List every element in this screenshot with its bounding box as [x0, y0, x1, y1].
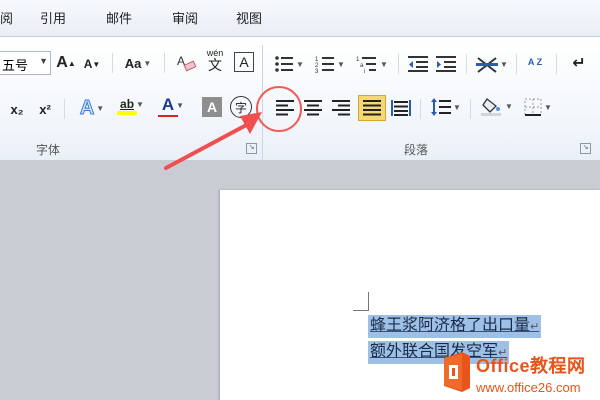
shrink-font-icon: A: [83, 57, 93, 71]
separator: [398, 54, 399, 74]
separator: [556, 54, 557, 74]
increase-indent-icon: [436, 56, 456, 72]
margin-corner-mark: [353, 310, 369, 311]
paragraph-mark-icon: ↵: [530, 321, 540, 333]
justify-button[interactable]: [358, 95, 386, 121]
subscript-icon: x₂: [10, 101, 24, 117]
chinese-layout-button[interactable]: ▼: [474, 53, 510, 75]
borders-button[interactable]: ▼: [520, 96, 556, 118]
svg-text:i: i: [364, 69, 365, 73]
superscript-icon: x²: [39, 101, 51, 117]
text-effects-button[interactable]: A ▼: [74, 96, 110, 119]
menu-tab-references[interactable]: 引用: [40, 8, 66, 27]
numbering-icon: 1 2 3: [315, 57, 335, 73]
font-size-combo[interactable]: 五号 ▼: [0, 51, 51, 75]
selected-text-line-1[interactable]: 蜂王浆阿济格了出口量↵: [368, 315, 542, 338]
change-case-button[interactable]: Aa ▼: [122, 52, 154, 74]
highlight-icon: ab: [120, 97, 135, 111]
highlight-color-swatch: [117, 111, 137, 115]
separator: [112, 53, 113, 73]
paragraph-mark-icon: ↵: [572, 55, 586, 72]
distributed-icon: [391, 100, 411, 116]
change-case-icon: Aa: [124, 55, 142, 71]
grow-font-button[interactable]: A ▲: [56, 52, 76, 74]
align-center-button[interactable]: [300, 95, 326, 121]
line-spacing-icon: [431, 98, 452, 116]
menu-tab-mailings[interactable]: 邮件: [106, 8, 132, 27]
decrease-indent-button[interactable]: [406, 53, 430, 75]
separator: [64, 99, 65, 119]
sort-button[interactable]: A Z: [522, 51, 548, 73]
text-line-1: 蜂王浆阿济格了出口量: [370, 317, 531, 334]
shrink-font-button[interactable]: A ▼: [82, 53, 102, 75]
multilevel-list-button[interactable]: 1 a i ▼: [354, 53, 390, 75]
svg-text:3: 3: [315, 69, 319, 73]
bullets-button[interactable]: ▼: [272, 53, 306, 75]
character-border-icon: A: [239, 54, 249, 70]
grow-font-icon: A: [56, 54, 68, 71]
office-logo-icon: [444, 352, 470, 392]
font-size-value: 五号: [2, 58, 29, 73]
borders-icon: [524, 98, 542, 116]
bullets-icon: [275, 56, 294, 72]
margin-corner-mark: [368, 292, 369, 310]
separator: [470, 99, 471, 119]
align-center-icon: [304, 100, 322, 116]
watermark-url: www.office26.com: [476, 380, 581, 395]
sort-icon: A Z: [527, 56, 543, 67]
highlight-button[interactable]: ab ▼: [114, 95, 150, 117]
menu-bar: 阅 引用 邮件 审阅 视图: [0, 0, 600, 37]
show-marks-button[interactable]: ↵: [568, 52, 590, 74]
menu-tab-view[interactable]: 视图: [236, 8, 262, 27]
numbering-button[interactable]: 1 2 3 ▼: [312, 53, 348, 75]
distributed-button[interactable]: [388, 95, 414, 121]
watermark-brand: Office教程网: [476, 356, 586, 376]
subscript-button[interactable]: x₂: [6, 98, 28, 120]
font-group-label: 字体: [36, 143, 61, 157]
phonetic-guide-char: 文: [208, 56, 222, 73]
separator: [420, 99, 421, 119]
watermark: Office教程网 www.office26.com: [476, 352, 586, 395]
decrease-indent-icon: [408, 56, 428, 72]
shading-button[interactable]: ▼: [478, 95, 516, 117]
justify-icon: [363, 100, 381, 116]
chevron-down-icon: ▼: [39, 56, 48, 66]
separator: [164, 53, 165, 73]
phonetic-guide-button[interactable]: wén 文: [202, 48, 228, 73]
separator: [466, 54, 467, 74]
increase-indent-button[interactable]: [434, 53, 458, 75]
svg-text:A: A: [177, 54, 185, 68]
annotation-arrow-icon: [164, 112, 262, 170]
character-border-button[interactable]: A: [234, 52, 254, 72]
text-effects-icon: A: [79, 96, 95, 119]
multilevel-list-icon: 1 a i: [356, 57, 377, 73]
chinese-layout-icon: [476, 57, 499, 73]
align-right-button[interactable]: [328, 95, 354, 121]
paragraph-dialog-launcher-icon[interactable]: ↘: [580, 143, 591, 154]
superscript-button[interactable]: x²: [34, 98, 56, 120]
align-right-icon: [332, 100, 350, 116]
clear-formatting-button[interactable]: A: [174, 51, 198, 73]
clear-formatting-icon: A: [177, 54, 197, 72]
separator: [516, 54, 517, 74]
paint-bucket-icon: [481, 98, 502, 116]
menu-tab-layout[interactable]: 阅: [0, 8, 13, 27]
line-spacing-button[interactable]: ▼: [428, 96, 464, 118]
menu-tab-review[interactable]: 审阅: [172, 8, 198, 27]
paragraph-group-label: 段落: [404, 143, 429, 157]
